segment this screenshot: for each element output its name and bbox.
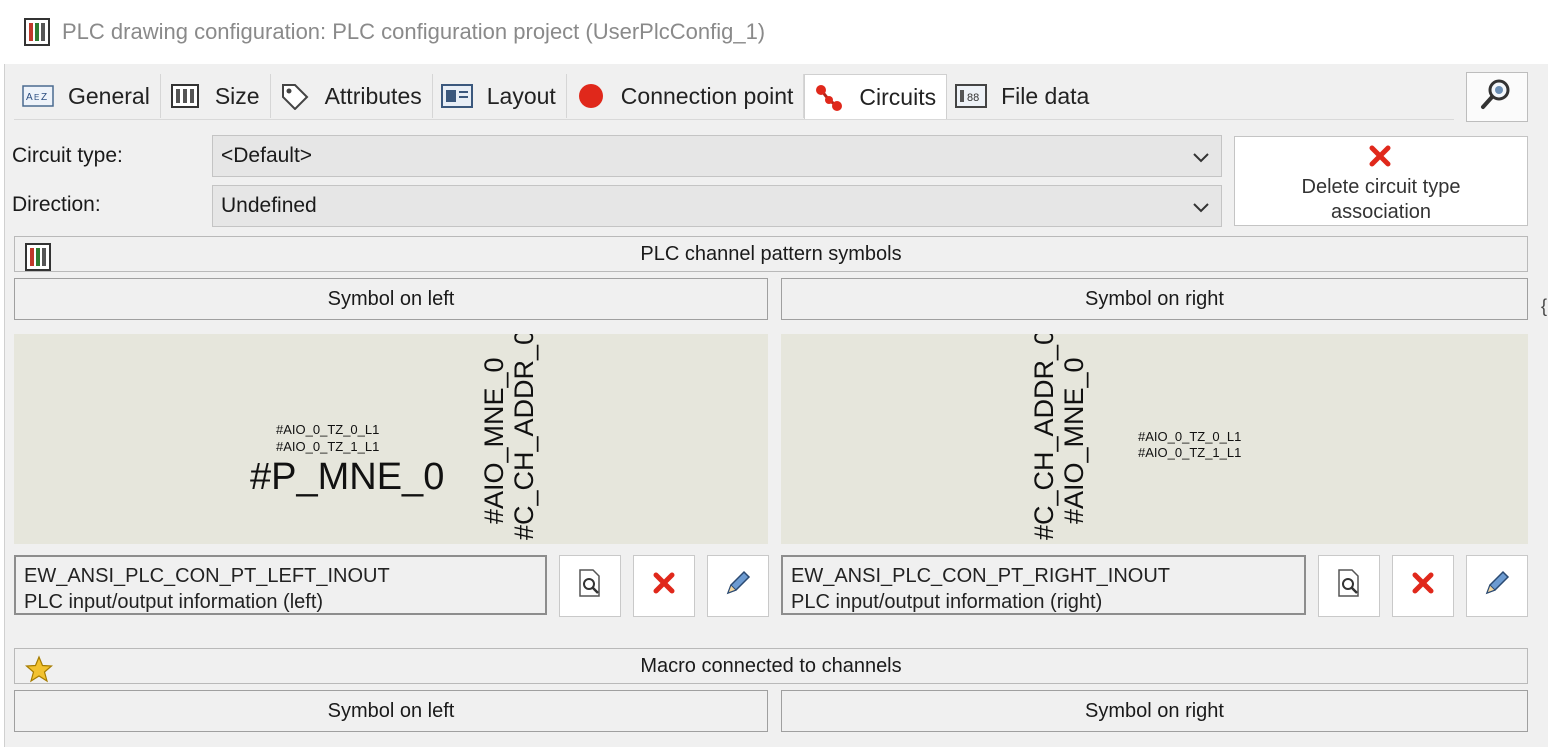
- symbol-on-right-header[interactable]: Symbol on right: [781, 278, 1528, 320]
- tab-attributes[interactable]: Attributes: [271, 74, 433, 118]
- preview-tz0-text: #AIO_0_TZ_0_L1: [1138, 429, 1242, 444]
- delete-x-icon: [1367, 143, 1393, 169]
- search-button[interactable]: [1466, 72, 1528, 122]
- delete-circuit-type-association-button[interactable]: Delete circuit type association: [1234, 136, 1528, 226]
- delete-assoc-label-line2: association: [1330, 201, 1432, 223]
- section-title: Macro connected to channels: [640, 655, 902, 677]
- tab-label: Connection point: [620, 82, 794, 109]
- plc-app-icon: [24, 18, 50, 46]
- svg-text:88: 88: [967, 92, 979, 104]
- symbol-on-left-header[interactable]: Symbol on left: [14, 278, 768, 320]
- tab-bar: AEZ General Size Attributes Layout Conne…: [14, 74, 1099, 120]
- layout-icon: [440, 82, 473, 110]
- tab-label: General: [68, 82, 150, 109]
- red-dot-icon: [575, 82, 607, 110]
- preview-mne-text: #P_MNE_0: [250, 456, 445, 498]
- macro-symbol-on-right-header[interactable]: Symbol on right: [781, 690, 1528, 732]
- size-icon: [169, 82, 201, 110]
- tab-label: Size: [214, 82, 260, 109]
- preview-aio-mne-text: #AIO_MNE_0: [1059, 357, 1089, 524]
- right-edit-symbol-button[interactable]: [1466, 555, 1528, 617]
- preview-ch-addr-text: #C_CH_ADDR_0: [1029, 334, 1059, 540]
- browse-document-icon: [1335, 568, 1363, 604]
- circuit-type-label: Circuit type:: [12, 144, 123, 167]
- tab-circuits[interactable]: Circuits: [804, 74, 948, 120]
- macro-section-header: Macro connected to channels: [14, 648, 1528, 684]
- window-title: PLC drawing configuration: PLC configura…: [62, 19, 766, 44]
- svg-text:E: E: [34, 93, 39, 102]
- svg-text:Z: Z: [41, 92, 47, 103]
- macro-symbol-on-left-header[interactable]: Symbol on left: [14, 690, 768, 732]
- file-data-icon: 88: [955, 82, 988, 110]
- plc-icon: [25, 243, 51, 271]
- edge-glyph: {: [1541, 296, 1548, 316]
- tab-label: Circuits: [859, 84, 937, 110]
- delete-x-icon: [651, 570, 677, 602]
- right-symbol-description: PLC input/output information (right): [791, 591, 1103, 613]
- direction-label: Direction:: [12, 193, 101, 216]
- delete-assoc-label-line1: Delete circuit type: [1301, 176, 1461, 198]
- general-icon: AEZ: [22, 82, 54, 110]
- right-delete-symbol-button[interactable]: [1392, 555, 1454, 617]
- tab-size[interactable]: Size: [161, 74, 271, 118]
- chevron-down-icon: [1191, 197, 1211, 217]
- circuit-type-value: <Default>: [221, 144, 313, 167]
- direction-value: Undefined: [221, 194, 317, 217]
- chevron-down-icon: [1191, 147, 1211, 167]
- right-symbol-preview: #C_CH_ADDR_0 #AIO_MNE_0 #AIO_0_TZ_0_L1 #…: [781, 334, 1528, 544]
- magnifier-icon: [1479, 76, 1515, 118]
- tag-icon: [279, 82, 311, 110]
- tab-connection-point[interactable]: Connection point: [567, 74, 805, 118]
- tab-divider: [14, 119, 1454, 120]
- circuit-type-dropdown[interactable]: <Default>: [212, 135, 1222, 177]
- pencil-icon: [723, 568, 753, 604]
- tab-label: File data: [1001, 82, 1090, 109]
- preview-tz1-text: #AIO_0_TZ_1_L1: [276, 439, 380, 454]
- pencil-icon: [1482, 568, 1512, 604]
- tab-label: Layout: [486, 82, 556, 109]
- left-edit-symbol-button[interactable]: [707, 555, 769, 617]
- delete-x-icon: [1410, 570, 1436, 602]
- title-bar: PLC drawing configuration: PLC configura…: [0, 0, 1552, 64]
- plc-channel-pattern-section-header: PLC channel pattern symbols: [14, 236, 1528, 272]
- preview-aio-mne-text: #AIO_MNE_0: [479, 357, 509, 524]
- svg-text:A: A: [26, 92, 33, 103]
- right-symbol-name: EW_ANSI_PLC_CON_PT_RIGHT_INOUT: [791, 565, 1170, 587]
- star-icon: [24, 655, 54, 683]
- left-delete-symbol-button[interactable]: [633, 555, 695, 617]
- tab-label: Attributes: [324, 82, 422, 109]
- left-symbol-preview: #AIO_0_TZ_0_L1 #AIO_0_TZ_1_L1 #P_MNE_0 #…: [14, 334, 768, 544]
- tab-file-data[interactable]: 88 File data: [947, 74, 1099, 118]
- left-symbol-name-field[interactable]: EW_ANSI_PLC_CON_PT_LEFT_INOUT PLC input/…: [14, 555, 547, 615]
- preview-tz1-text: #AIO_0_TZ_1_L1: [1138, 445, 1242, 460]
- browse-document-icon: [576, 568, 604, 604]
- left-symbol-description: PLC input/output information (left): [24, 591, 324, 613]
- left-symbol-name: EW_ANSI_PLC_CON_PT_LEFT_INOUT: [24, 565, 390, 587]
- tab-general[interactable]: AEZ General: [14, 74, 161, 118]
- preview-ch-addr-text: #C_CH_ADDR_0: [509, 334, 539, 540]
- right-select-symbol-button[interactable]: [1318, 555, 1380, 617]
- left-select-symbol-button[interactable]: [559, 555, 621, 617]
- preview-tz0-text: #AIO_0_TZ_0_L1: [276, 422, 380, 437]
- tab-layout[interactable]: Layout: [433, 74, 567, 118]
- circuits-icon: [813, 84, 845, 112]
- right-symbol-name-field[interactable]: EW_ANSI_PLC_CON_PT_RIGHT_INOUT PLC input…: [781, 555, 1306, 615]
- section-title: PLC channel pattern symbols: [640, 243, 902, 265]
- direction-dropdown[interactable]: Undefined: [212, 185, 1222, 227]
